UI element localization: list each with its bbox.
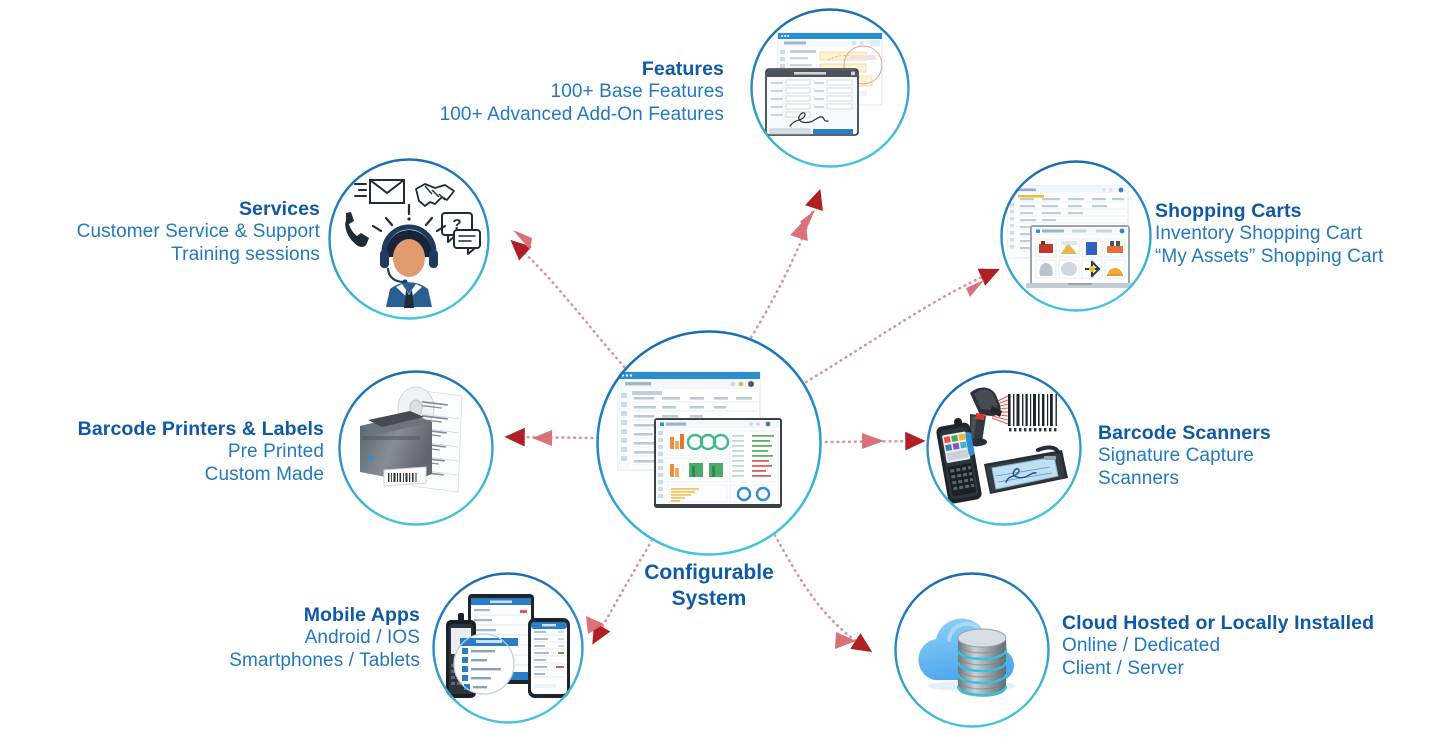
label-features-title: Features: [641, 58, 724, 80]
arrow-to-features: [740, 188, 823, 354]
label-cloud-hosted-line1: Online / Dedicated: [1062, 635, 1221, 657]
label-mobile-apps: Mobile Apps Android / IOS Smartphones / …: [140, 604, 420, 673]
label-barcode-scanners: Barcode Scanners Signature Capture Scann…: [1098, 422, 1398, 491]
node-cloud-hosted[interactable]: [894, 572, 1050, 728]
label-shopping-carts-line1: Inventory Shopping Cart: [1155, 223, 1363, 245]
label-barcode-printers-line2: Custom Made: [204, 464, 324, 486]
label-shopping-carts-line2: “My Assets” Shopping Cart: [1155, 246, 1384, 268]
tablet-phone-rugged-device: [432, 572, 584, 724]
label-services-line1: Customer Service & Support: [76, 221, 320, 243]
support-agent-headset-icon: ?: [328, 158, 490, 320]
laptop-product-catalog-screenshot: [1000, 160, 1152, 312]
center-app-screenshots: [596, 330, 822, 556]
node-barcode-printers[interactable]: [338, 370, 494, 526]
diagram-canvas: Configurable System Features 100+ Base F…: [0, 0, 1440, 750]
arrow-to-barcode-printers: [504, 427, 600, 447]
label-features: Features 100+ Base Features 100+ Advance…: [380, 58, 724, 127]
label-barcode-scanners-line2: Scanners: [1098, 468, 1180, 490]
label-barcode-scanners-line1: Signature Capture: [1098, 445, 1254, 467]
label-services-line2: Training sessions: [171, 244, 320, 266]
node-features[interactable]: [750, 8, 910, 168]
label-barcode-printers-title: Barcode Printers & Labels: [77, 418, 324, 440]
label-barcode-scanners-title: Barcode Scanners: [1098, 422, 1271, 444]
features-app-screenshot: [750, 8, 910, 168]
label-cloud-hosted-title: Cloud Hosted or Locally Installed: [1062, 612, 1375, 634]
arrow-to-barcode-scanners: [824, 431, 926, 451]
node-barcode-scanners[interactable]: [926, 370, 1082, 526]
label-mobile-apps-line1: Android / IOS: [304, 627, 420, 649]
arrow-to-shopping-carts: [804, 268, 1000, 384]
label-cloud-hosted: Cloud Hosted or Locally Installed Online…: [1062, 612, 1422, 681]
label-services: Services Customer Service & Support Trai…: [20, 198, 320, 267]
label-mobile-apps-line2: Smartphones / Tablets: [229, 650, 420, 672]
label-features-line2: 100+ Advanced Add-On Features: [439, 104, 724, 126]
label-services-title: Services: [238, 198, 320, 220]
node-services[interactable]: ?: [328, 158, 490, 320]
cloud-database-icon: [894, 572, 1050, 728]
label-features-line1: 100+ Base Features: [550, 81, 724, 103]
barcode-scanner-handheld-signature-pad: [926, 370, 1082, 526]
label-barcode-printers: Barcode Printers & Labels Pre Printed Cu…: [40, 418, 324, 487]
label-shopping-carts: Shopping Carts Inventory Shopping Cart “…: [1155, 200, 1435, 269]
center-caption: Configurable System: [596, 560, 822, 611]
label-cloud-hosted-line2: Client / Server: [1062, 658, 1184, 680]
label-shopping-carts-title: Shopping Carts: [1155, 200, 1302, 222]
label-printer-and-label-roll: [338, 370, 494, 526]
center-caption-line2: System: [671, 586, 747, 610]
center-caption-line1: Configurable: [644, 561, 774, 584]
node-shopping-carts[interactable]: [1000, 160, 1152, 312]
label-barcode-printers-line1: Pre Printed: [227, 441, 324, 463]
node-center-configurable-system[interactable]: [596, 330, 822, 556]
label-mobile-apps-title: Mobile Apps: [303, 604, 420, 626]
node-mobile-apps[interactable]: [432, 572, 584, 724]
